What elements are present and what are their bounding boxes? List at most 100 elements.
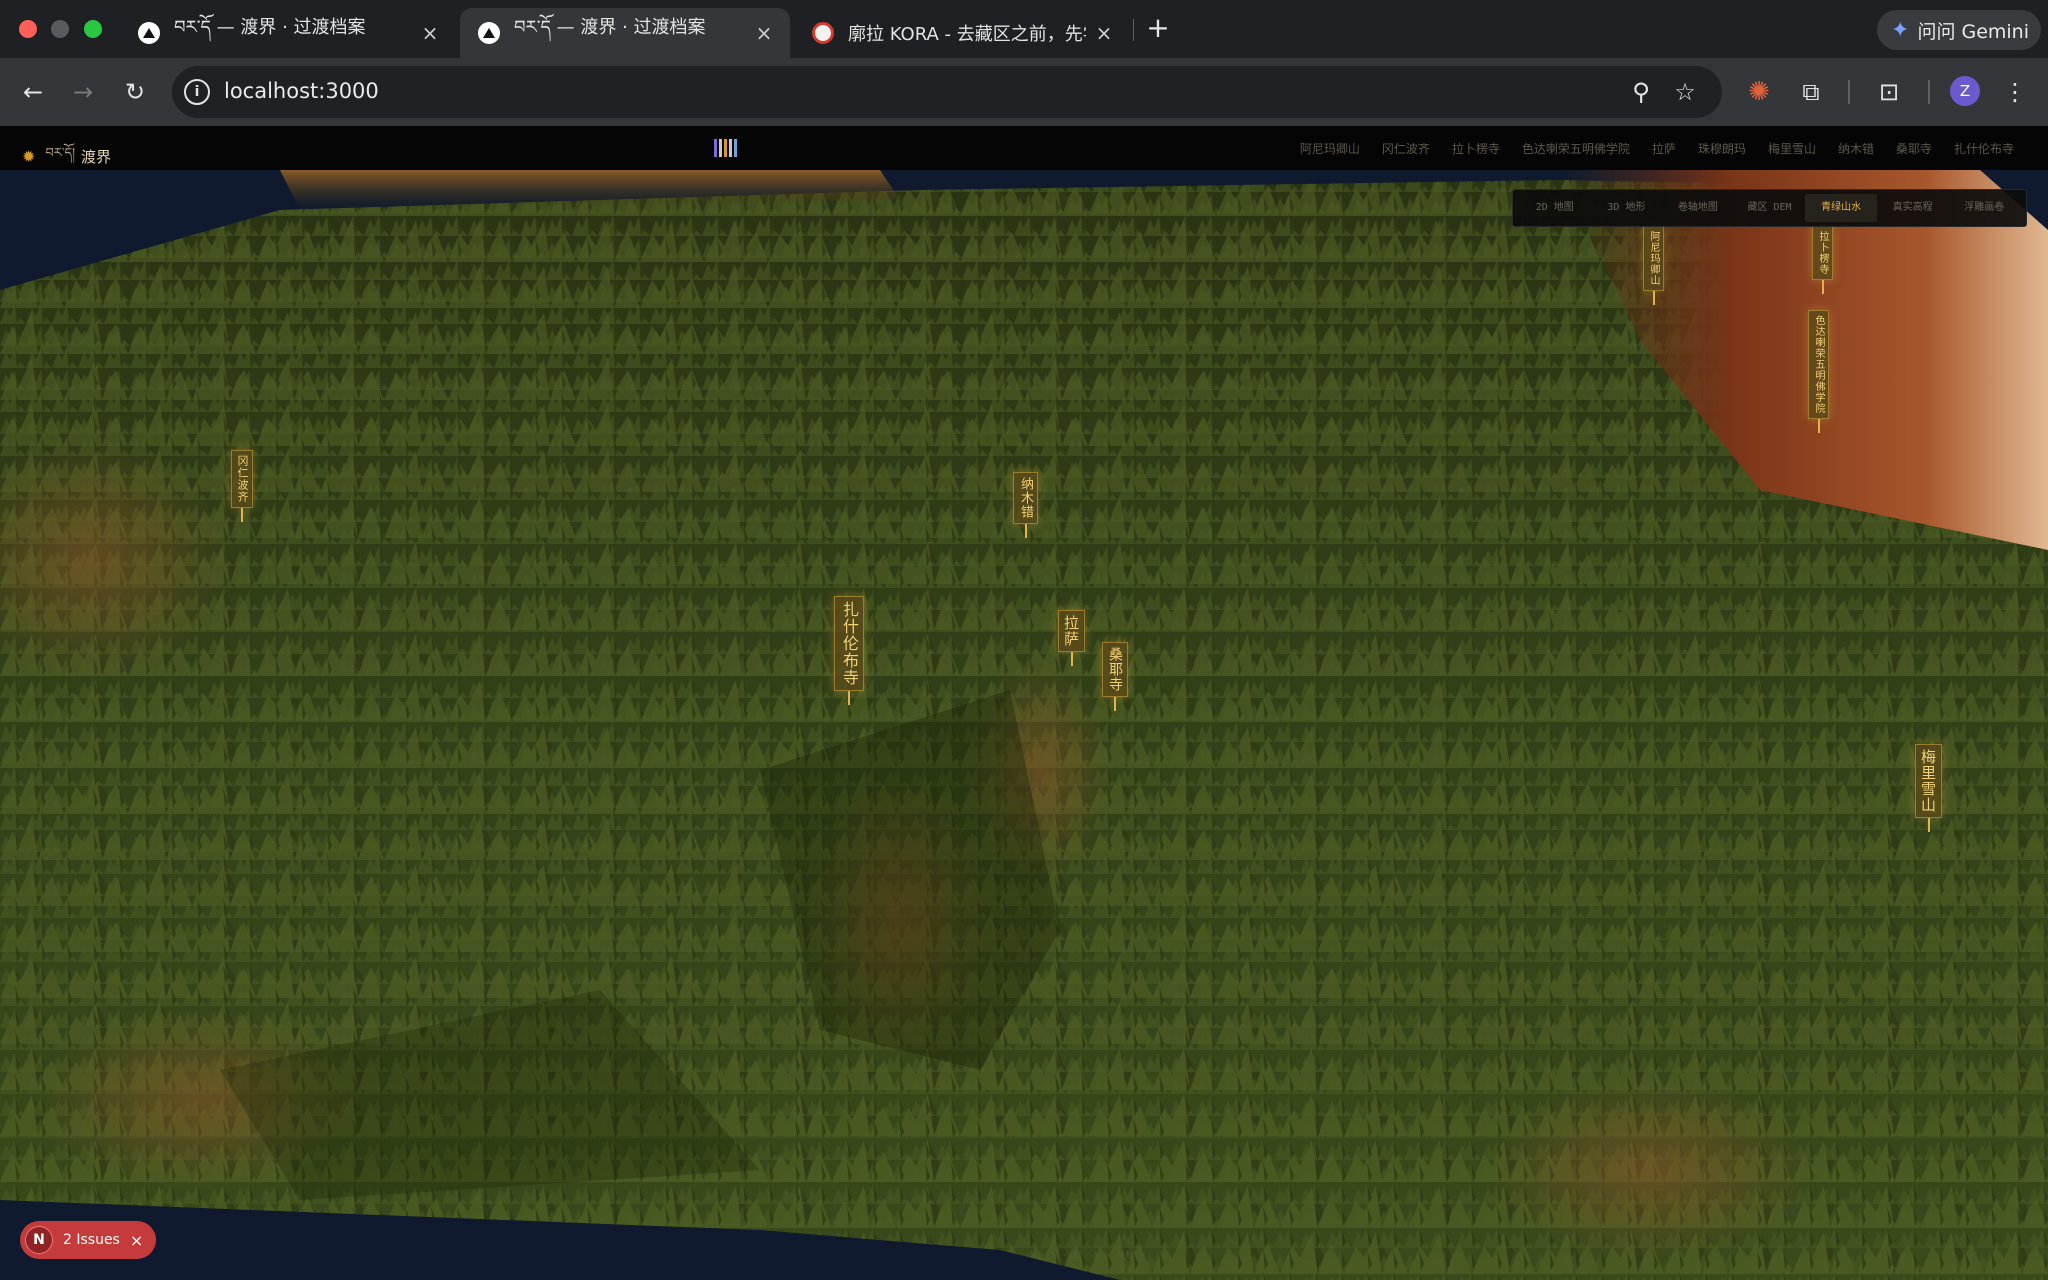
brand-title: 渡界 xyxy=(80,148,111,166)
app-header: ✹ བར་དོ། 渡界 阿尼玛卿山 冈仁波齐 拉卜楞寺 色达喇荣五明佛学院 拉萨… xyxy=(0,126,2048,170)
forward-arrow-icon[interactable]: → xyxy=(66,75,100,109)
nav-item[interactable]: 纳木错 xyxy=(1838,140,1874,157)
palette-swatch-icon[interactable] xyxy=(714,139,740,157)
map-marker-samye[interactable]: 桑耶寺 xyxy=(1102,642,1128,711)
palette-swatch xyxy=(729,139,732,157)
ask-gemini-button[interactable]: ✦ 问问 Gemini xyxy=(1877,10,2041,50)
nav-item[interactable]: 梅里雪山 xyxy=(1768,140,1816,157)
close-tab-icon[interactable]: × xyxy=(420,23,440,43)
dismiss-issues-icon[interactable]: × xyxy=(130,1231,143,1250)
map-marker-namtso[interactable]: 纳木错 xyxy=(1013,472,1038,538)
address-bar[interactable]: i localhost:3000 ⚲ ☆ xyxy=(172,66,1722,118)
map-marker-lhasa[interactable]: 拉萨 xyxy=(1058,610,1085,666)
marker-label: 扎什伦布寺 xyxy=(834,596,864,691)
marker-label: 拉萨 xyxy=(1058,610,1085,652)
site-info-icon[interactable]: i xyxy=(184,79,210,105)
mode-2d-map[interactable]: 2D 地图 xyxy=(1519,194,1591,222)
site-nav: 阿尼玛卿山 冈仁波齐 拉卜楞寺 色达喇荣五明佛学院 拉萨 珠穆朗玛 梅里雪山 纳… xyxy=(1300,140,2014,157)
toolbar-separator xyxy=(1848,80,1850,104)
marker-label: 色达喇荣五明佛学院 xyxy=(1808,310,1829,419)
app-favicon-icon xyxy=(138,22,160,44)
nav-item[interactable]: 桑耶寺 xyxy=(1896,140,1932,157)
marker-stem xyxy=(1652,291,1655,305)
profile-avatar[interactable]: Z xyxy=(1950,76,1980,106)
mode-real-elevation[interactable]: 真实高程 xyxy=(1877,194,1949,222)
marker-stem xyxy=(1114,697,1116,711)
gemini-sparkle-icon: ✦ xyxy=(1891,17,1910,43)
map-mode-switcher: 2D 地图 3D 地形 卷轴地图 藏区 DEM 青绿山水 真实高程 浮雕画卷 xyxy=(1512,189,2027,227)
dev-issues-badge[interactable]: N 2 Issues × xyxy=(20,1221,156,1259)
map-marker-kailash[interactable]: 冈仁波齐 xyxy=(231,450,253,522)
kora-favicon-icon xyxy=(812,22,834,44)
browser-tab-3[interactable]: 廓拉 KORA - 去藏区之前，先学 × xyxy=(794,8,1130,58)
marker-label: 阿尼玛卿山 xyxy=(1643,226,1664,291)
url-text[interactable]: localhost:3000 xyxy=(224,79,379,103)
tab-search-icon[interactable]: ⊡ xyxy=(1872,75,1906,109)
marker-stem xyxy=(1070,652,1073,666)
extensions-puzzle-icon[interactable]: ⧉ xyxy=(1794,75,1828,109)
map-marker-larung-gar[interactable]: 色达喇荣五明佛学院 xyxy=(1808,310,1829,433)
nav-item[interactable]: 拉卜楞寺 xyxy=(1452,140,1500,157)
close-window-button[interactable] xyxy=(19,20,37,38)
nav-item[interactable]: 色达喇荣五明佛学院 xyxy=(1522,140,1630,157)
brand-tibetan: བར་དོ། xyxy=(45,146,75,161)
tab-strip: བར་དོ — 渡界 · 过渡档案 × བར་དོ — 渡界 · 过渡档案 × … xyxy=(0,0,2048,58)
reload-icon[interactable]: ↻ xyxy=(118,75,152,109)
browser-toolbar: ← → ↻ i localhost:3000 ⚲ ☆ ✺ ⧉ ⊡ Z ⋮ xyxy=(0,58,2048,126)
marker-stem xyxy=(1927,818,1930,832)
palette-swatch xyxy=(714,139,717,157)
close-tab-icon[interactable]: × xyxy=(1094,23,1114,43)
back-arrow-icon[interactable]: ← xyxy=(16,75,50,109)
bookmark-star-icon[interactable]: ☆ xyxy=(1670,77,1700,107)
terrain-3d-canvas[interactable]: N · S · E · W · 坐标 · xyxy=(0,170,2048,1280)
chrome-menu-icon[interactable]: ⋮ xyxy=(1998,75,2032,109)
map-marker-tashilhunpo[interactable]: 扎什伦布寺 xyxy=(834,596,864,705)
mode-3d-terrain[interactable]: 3D 地形 xyxy=(1591,194,1663,222)
tab-divider xyxy=(1133,19,1134,41)
nav-item[interactable]: 阿尼玛卿山 xyxy=(1300,140,1360,157)
zoom-magnifier-icon[interactable]: ⚲ xyxy=(1626,77,1656,107)
issues-count: 2 Issues xyxy=(63,1232,120,1248)
mode-scroll-map[interactable]: 卷轴地图 xyxy=(1662,194,1734,222)
nav-item[interactable]: 拉萨 xyxy=(1652,140,1676,157)
claude-extension-icon[interactable]: ✺ xyxy=(1742,75,1776,109)
next-logo-icon: N xyxy=(25,1226,53,1254)
close-tab-icon[interactable]: × xyxy=(754,23,774,43)
tab-title: བར་དོ — 渡界 · 过渡档案 xyxy=(514,17,706,38)
minimize-window-button[interactable] xyxy=(51,20,69,38)
nav-item[interactable]: 冈仁波齐 xyxy=(1382,140,1430,157)
marker-stem xyxy=(1817,419,1820,433)
mode-relief-scroll[interactable]: 浮雕画卷 xyxy=(1948,194,2020,222)
marker-label: 梅里雪山 xyxy=(1915,744,1942,818)
new-tab-button[interactable]: + xyxy=(1143,14,1173,44)
sun-emblem-icon: ✹ xyxy=(22,147,36,166)
marker-stem xyxy=(1024,524,1027,538)
mode-blue-green-landscape[interactable]: 青绿山水 xyxy=(1805,194,1877,222)
marker-stem xyxy=(241,508,243,522)
nav-item[interactable]: 珠穆朗玛 xyxy=(1698,140,1746,157)
toolbar-separator xyxy=(1928,80,1930,104)
map-marker-meili[interactable]: 梅里雪山 xyxy=(1915,744,1942,832)
tab-title: བར་དོ — 渡界 · 过渡档案 xyxy=(174,17,366,38)
palette-swatch xyxy=(734,139,737,157)
marker-stem xyxy=(848,691,850,705)
tab-title: 廓拉 KORA - 去藏区之前，先学 xyxy=(848,24,1086,45)
marker-label: 拉卜楞寺 xyxy=(1812,226,1833,280)
marker-label: 纳木错 xyxy=(1013,472,1038,524)
map-marker-labrang[interactable]: 拉卜楞寺 xyxy=(1812,226,1833,294)
browser-tab-2-active[interactable]: བར་དོ — 渡界 · 过渡档案 × xyxy=(460,8,790,58)
mode-tibet-dem[interactable]: 藏区 DEM xyxy=(1734,194,1806,222)
brand-logo[interactable]: ✹ བར་དོ། 渡界 xyxy=(22,138,111,175)
map-marker-amnye-machen[interactable]: 阿尼玛卿山 xyxy=(1643,226,1664,305)
marker-label: 冈仁波齐 xyxy=(231,450,253,508)
palette-swatch xyxy=(724,139,727,157)
browser-tab-1[interactable]: བར་དོ — 渡界 · 过渡档案 × xyxy=(120,8,456,58)
nav-item[interactable]: 扎什伦布寺 xyxy=(1954,140,2014,157)
svg-text:N · S · E · W · 坐标 ·: N · S · E · W · 坐标 · xyxy=(1030,1249,1146,1261)
page-viewport: N · S · E · W · 坐标 · ✹ བར་དོ། 渡界 阿尼玛卿山 冈… xyxy=(0,126,2048,1280)
zoom-window-button[interactable] xyxy=(84,20,102,38)
marker-label: 桑耶寺 xyxy=(1102,642,1128,697)
marker-stem xyxy=(1821,280,1824,294)
app-favicon-icon xyxy=(478,22,500,44)
palette-swatch xyxy=(719,139,722,157)
